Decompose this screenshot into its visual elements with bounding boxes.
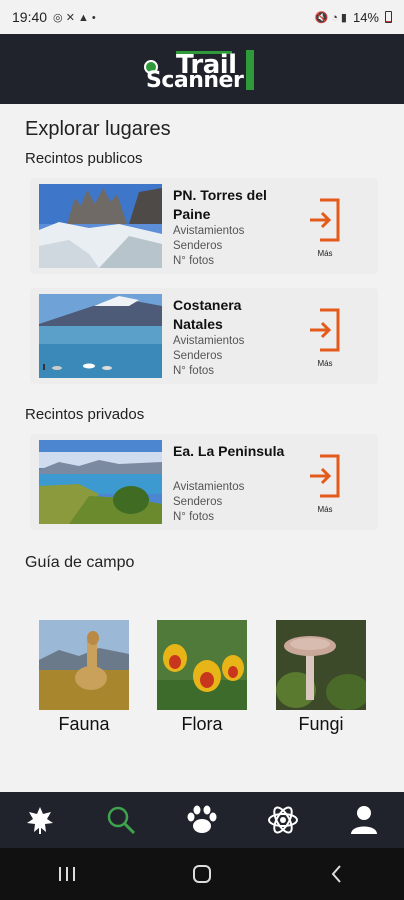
stat-photos: N° fotos (173, 365, 215, 377)
la-peninsula-photo (39, 440, 162, 524)
enter-icon (310, 198, 340, 242)
guide-flora[interactable]: Flora (157, 620, 247, 735)
stat-sightings: Avistamientos (173, 225, 245, 237)
place-title: Ea. La Peninsula (173, 443, 285, 459)
app-header: Trail Scanner (0, 34, 404, 104)
system-navigation (0, 848, 404, 900)
nav-search[interactable] (99, 798, 143, 842)
nav-profile[interactable] (342, 798, 386, 842)
page-title: Explorar lugares (25, 118, 171, 140)
main-content: Explorar lugares Recintos publicos PN. T… (0, 104, 404, 792)
enter-icon (310, 308, 340, 352)
guide-label: Flora (181, 714, 223, 734)
stat-photos: N° fotos (173, 255, 215, 267)
more-button[interactable]: Más (308, 198, 342, 258)
place-card-costanera-natales[interactable]: Costanera Natales Avistamientos Senderos… (30, 288, 378, 384)
paw-icon (187, 805, 217, 833)
enter-icon (310, 454, 340, 498)
nav-leaf[interactable] (18, 798, 62, 842)
stat-trails: Senderos (173, 240, 223, 252)
search-icon (107, 806, 136, 835)
private-places-heading: Recintos privados (25, 406, 145, 423)
nav-fauna[interactable] (180, 798, 224, 842)
torres-del-paine-photo (39, 184, 162, 268)
field-guide-heading: Guía de campo (25, 554, 135, 571)
guide-label: Fungi (298, 714, 344, 734)
back-icon[interactable] (326, 863, 348, 885)
guide-fungi[interactable]: Fungi (276, 620, 366, 735)
trail-scanner-logo: Trail Scanner (142, 44, 262, 94)
fungi-photo (276, 620, 366, 710)
bottom-navigation (0, 792, 404, 848)
guide-fauna[interactable]: Fauna (39, 620, 129, 735)
place-card-la-peninsula[interactable]: Ea. La Peninsula Avistamientos Senderos … (30, 434, 378, 530)
stat-trails: Senderos (173, 496, 223, 508)
stat-photos: N° fotos (173, 511, 215, 523)
atom-icon (267, 806, 298, 834)
flora-photo (157, 620, 247, 710)
home-icon[interactable] (191, 863, 213, 885)
status-time: 19:40 (12, 9, 48, 25)
signal-icons: 🔇 ◔ ▮ (314, 11, 347, 24)
more-button[interactable]: Más (308, 454, 342, 514)
battery-level: 14% (352, 9, 379, 25)
stat-sightings: Avistamientos (173, 481, 245, 493)
stat-trails: Senderos (173, 350, 223, 362)
guide-label: Fauna (58, 714, 110, 734)
place-card-torres-del-paine[interactable]: PN. Torres del Paine Avistamientos Sende… (30, 178, 378, 274)
more-button[interactable]: Más (308, 308, 342, 368)
fauna-photo (39, 620, 129, 710)
place-title: PN. Torres del Paine (173, 187, 267, 222)
place-title: Costanera Natales (173, 297, 242, 332)
costanera-natales-photo (39, 294, 162, 378)
recent-apps-icon[interactable] (56, 865, 78, 883)
notification-icons: ◎ ✕ ▲ • (53, 11, 96, 24)
nav-science[interactable] (261, 798, 305, 842)
public-places-heading: Recintos publicos (25, 150, 143, 167)
status-bar: 19:40 ◎ ✕ ▲ • 🔇 ◔ ▮ 14% (0, 0, 404, 34)
battery-icon (385, 11, 392, 23)
user-icon (350, 806, 377, 834)
leaf-icon (27, 807, 54, 834)
stat-sightings: Avistamientos (173, 335, 245, 347)
